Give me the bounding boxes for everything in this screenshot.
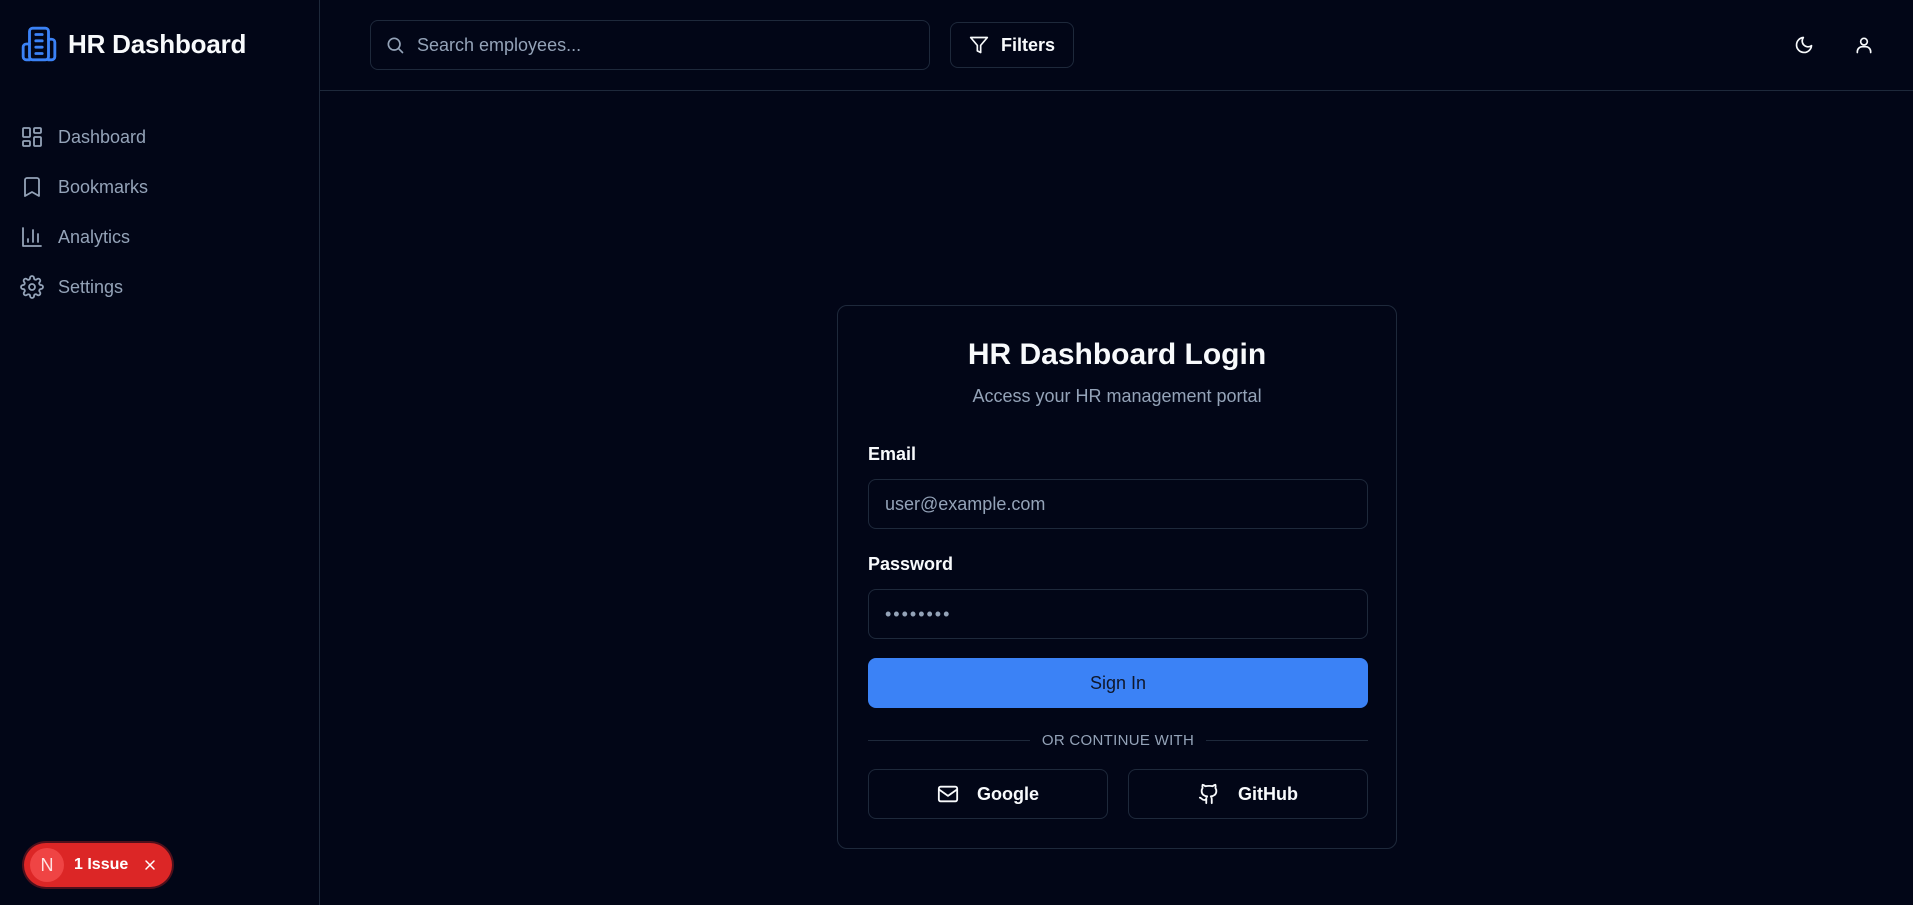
sidebar-item-label: Settings [58,276,124,297]
sidebar-item-dashboard[interactable]: Dashboard [20,112,300,162]
top-header: Filters [320,0,1913,91]
filters-label: Filters [1000,34,1056,55]
search-input[interactable] [417,34,897,56]
brand-title: HR Dashboard [68,28,247,59]
issue-count: 1 Issue [74,856,129,873]
sidebar-item-label: Analytics [58,226,131,247]
bookmark-icon [24,177,40,197]
password-value: •••••••• [885,603,952,624]
filters-button[interactable]: Filters [950,22,1074,68]
user-menu-button[interactable] [1845,26,1883,64]
github-icon [1198,783,1218,805]
search-box[interactable] [370,20,930,70]
sidebar-item-bookmarks[interactable]: Bookmarks [20,162,300,212]
sign-in-button[interactable]: Sign In [868,658,1368,708]
login-title: HR Dashboard Login [967,338,1267,371]
sidebar-nav: Dashboard Bookmarks Analytics Settings [20,112,300,312]
bar-chart-icon [22,227,42,247]
mail-icon [937,785,959,803]
divider-line [1206,739,1369,741]
google-label: Google [977,783,1039,804]
github-button[interactable]: GitHub [1128,769,1368,819]
email-field[interactable] [868,479,1368,529]
or-divider: OR CONTINUE WITH [868,730,1369,750]
sidebar-item-label: Dashboard [58,126,147,147]
building-icon [20,25,58,63]
nextjs-logo-icon: N [30,848,64,882]
sidebar-item-settings[interactable]: Settings [20,262,300,312]
gear-icon [20,275,44,299]
filter-icon [969,36,989,54]
sidebar-item-analytics[interactable]: Analytics [20,212,300,262]
email-label: Email [868,444,917,464]
google-button[interactable]: Google [868,769,1108,819]
close-icon[interactable] [142,857,158,873]
theme-toggle-button[interactable] [1785,26,1823,64]
sidebar-item-label: Bookmarks [58,176,149,197]
divider-text: OR CONTINUE WITH [1041,731,1195,749]
password-label: Password [868,554,954,574]
issue-badge[interactable]: N 1 Issue [24,843,172,887]
moon-icon [1795,36,1813,54]
app-root: HR Dashboard Dashboard Bookmarks Analyti… [0,0,1913,905]
divider-line [868,739,1030,741]
login-card: HR Dashboard Login Access your HR manage… [837,305,1397,849]
login-subtitle: Access your HR management portal [972,386,1262,406]
search-icon [387,37,404,54]
sidebar: HR Dashboard Dashboard Bookmarks Analyti… [0,0,320,905]
user-icon [1856,37,1872,54]
brand[interactable]: HR Dashboard [20,24,246,64]
github-label: GitHub [1238,783,1298,804]
layout-grid-icon [22,127,42,147]
password-field[interactable]: •••••••• [868,589,1368,639]
